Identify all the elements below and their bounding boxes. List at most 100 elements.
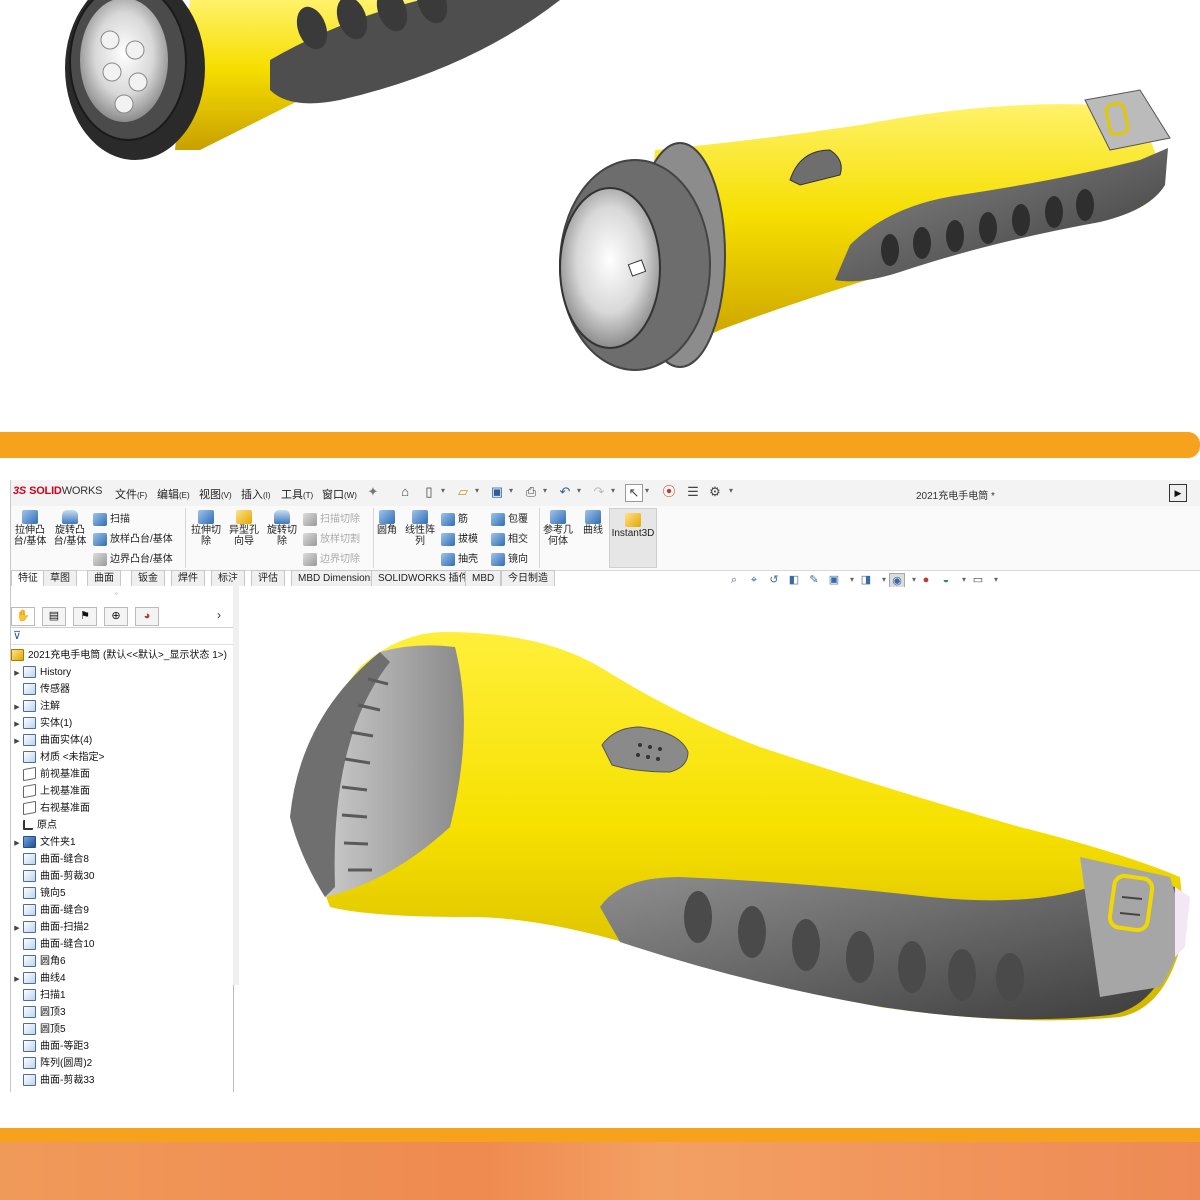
view-orientation-icon[interactable]: ▣ (827, 573, 841, 587)
pin-icon[interactable]: ✦ (365, 484, 381, 500)
feature-tree-tab-icon[interactable]: ✋ (11, 607, 35, 626)
tree-root[interactable]: 2021充电手电筒 (默认<<默认>_显示状态 1>) (11, 647, 227, 664)
tree-item[interactable]: 曲面-缝合10 (11, 936, 94, 953)
new-document-icon[interactable]: ▯ (421, 484, 437, 500)
display-style-icon[interactable]: ◨ (859, 573, 873, 587)
flashlight-3d-model[interactable] (240, 587, 1200, 1092)
configuration-manager-tab-icon[interactable]: ⚑ (73, 607, 97, 626)
chevron-down-icon[interactable]: ▾ (845, 573, 859, 587)
print-icon[interactable]: ⎙ (523, 484, 539, 500)
extrude-boss-button[interactable]: 拉伸凸台/基体 (13, 510, 47, 547)
reference-geometry-button[interactable]: 参考几何体 (541, 510, 575, 547)
tree-item[interactable]: ▶ 曲线4 (11, 970, 66, 987)
intersect-button[interactable]: 相交 (491, 530, 528, 546)
expand-arrow-icon[interactable]: ▶ (11, 699, 23, 716)
revolve-cut-button[interactable]: 旋转切除 (265, 510, 299, 547)
hole-wizard-button[interactable]: 异型孔向导 (227, 510, 261, 547)
menu-insert[interactable]: 插入(I) (241, 486, 271, 502)
rib-button[interactable]: 筋 (441, 510, 468, 526)
tree-item[interactable]: 右视基准面 (11, 800, 90, 817)
draft-button[interactable]: 拔模 (441, 530, 478, 546)
sweep-button[interactable]: 扫描 (93, 510, 130, 526)
tree-item[interactable]: 传感器 (11, 681, 70, 698)
window-control-button[interactable]: ▶ (1169, 484, 1187, 502)
fillet-button[interactable]: 圆角 (375, 510, 399, 536)
save-icon[interactable]: ▣ (489, 484, 505, 500)
tree-item[interactable]: 镜向5 (11, 885, 66, 902)
menu-tools[interactable]: 工具(T) (281, 486, 313, 502)
tree-item[interactable]: ▶ 注解 (11, 698, 60, 715)
open-folder-icon[interactable]: ▱ (455, 484, 471, 500)
instant3d-button[interactable]: Instant3D (609, 508, 657, 568)
graphics-viewport[interactable] (240, 587, 1200, 1092)
dimxpert-tab-icon[interactable]: ⊕ (104, 607, 128, 626)
tree-item[interactable]: 材质 <未指定> (11, 749, 104, 766)
rebuild-traffic-light-icon[interactable]: ⦿ (661, 484, 677, 500)
boundary-boss-button[interactable]: 边界凸台/基体 (93, 550, 173, 566)
revolve-boss-button[interactable]: 旋转凸台/基体 (53, 510, 87, 547)
select-cursor-icon[interactable]: ↖ (625, 484, 643, 502)
solidworks-logo[interactable]: 3S SOLIDWORKS (13, 485, 102, 497)
chevron-down-icon[interactable]: ▾ (509, 486, 513, 495)
tree-item[interactable]: 曲面-剪裁33 (11, 1072, 94, 1089)
tree-item[interactable]: ▶ 文件夹1 (11, 834, 76, 851)
section-view-icon[interactable]: ◧ (787, 573, 801, 587)
tree-item[interactable]: ▶ 曲面实体(4) (11, 732, 92, 749)
tab-5[interactable]: 标注 (211, 570, 245, 586)
chevron-down-icon[interactable]: ▾ (577, 486, 581, 495)
tree-item[interactable]: 上视基准面 (11, 783, 90, 800)
edit-appearance-icon[interactable]: ● (919, 573, 933, 587)
menu-window[interactable]: 窗口(W) (322, 486, 357, 502)
tree-item[interactable]: ▶ 曲面-扫描2 (11, 919, 89, 936)
extrude-cut-button[interactable]: 拉伸切除 (189, 510, 223, 547)
chevron-down-icon[interactable]: ▾ (645, 486, 649, 495)
chevron-down-icon[interactable]: ▾ (989, 573, 1003, 587)
tree-item[interactable]: ▶ History (11, 664, 71, 681)
menu-file[interactable]: 文件(F) (115, 486, 147, 502)
chevron-down-icon[interactable]: ▾ (441, 486, 445, 495)
tab-3[interactable]: 钣金 (131, 570, 165, 586)
previous-view-icon[interactable]: ↺ (767, 573, 781, 587)
tree-item[interactable]: 圆顶5 (11, 1021, 66, 1038)
feature-manager-scrollbar[interactable] (233, 580, 239, 985)
chevron-down-icon[interactable]: ▾ (729, 486, 733, 495)
mirror-button[interactable]: 镜向 (491, 550, 528, 566)
tab-1[interactable]: 草图 (43, 570, 77, 586)
apply-scene-icon[interactable]: ◒ (939, 573, 953, 587)
undo-icon[interactable]: ↶ (557, 484, 573, 500)
tree-item[interactable]: 前视基准面 (11, 766, 90, 783)
expand-arrow-icon[interactable]: ▶ (11, 733, 23, 750)
tab-2[interactable]: 曲面 (87, 570, 121, 586)
expand-arrow-icon[interactable]: ▶ (11, 716, 23, 733)
tree-item[interactable]: 圆顶3 (11, 1004, 66, 1021)
tab-10[interactable]: 今日制造 (501, 570, 555, 586)
tree-item[interactable]: 曲面-等距3 (11, 1038, 89, 1055)
zoom-area-icon[interactable]: ⌖ (747, 573, 761, 587)
gear-icon[interactable]: ⚙ (707, 484, 723, 500)
tree-item[interactable]: 原点 (11, 817, 57, 834)
chevron-right-icon[interactable]: › (217, 608, 221, 622)
tree-item[interactable]: 圆角6 (11, 953, 66, 970)
tree-item[interactable]: 扫描1 (11, 987, 66, 1004)
tab-7[interactable]: MBD Dimensions (291, 570, 383, 586)
file-properties-icon[interactable]: ☰ (685, 484, 701, 500)
tab-4[interactable]: 焊件 (171, 570, 205, 586)
display-manager-tab-icon[interactable]: ◕ (135, 607, 159, 626)
loft-boss-button[interactable]: 放样凸台/基体 (93, 530, 173, 546)
tab-6[interactable]: 评估 (251, 570, 285, 586)
tree-item[interactable]: 阵列(圆周)2 (11, 1055, 92, 1072)
tree-item[interactable]: 曲面-剪裁30 (11, 868, 94, 885)
shell-button[interactable]: 抽壳 (441, 550, 478, 566)
chevron-down-icon[interactable]: ▾ (543, 486, 547, 495)
expand-arrow-icon[interactable]: ▶ (11, 971, 23, 988)
view-settings-icon[interactable]: ▭ (971, 573, 985, 587)
tree-item[interactable]: 曲面-缝合8 (11, 851, 89, 868)
chevron-down-icon[interactable]: ▾ (957, 573, 971, 587)
tab-8[interactable]: SOLIDWORKS 插件 (371, 570, 476, 586)
wrap-button[interactable]: 包覆 (491, 510, 528, 526)
zoom-to-fit-icon[interactable]: ⌕ (727, 573, 741, 587)
expand-arrow-icon[interactable]: ▶ (11, 835, 23, 852)
menu-edit[interactable]: 编辑(E) (157, 486, 190, 502)
linear-pattern-button[interactable]: 线性阵列 (403, 510, 437, 547)
tree-item[interactable]: 曲面-缝合9 (11, 902, 89, 919)
